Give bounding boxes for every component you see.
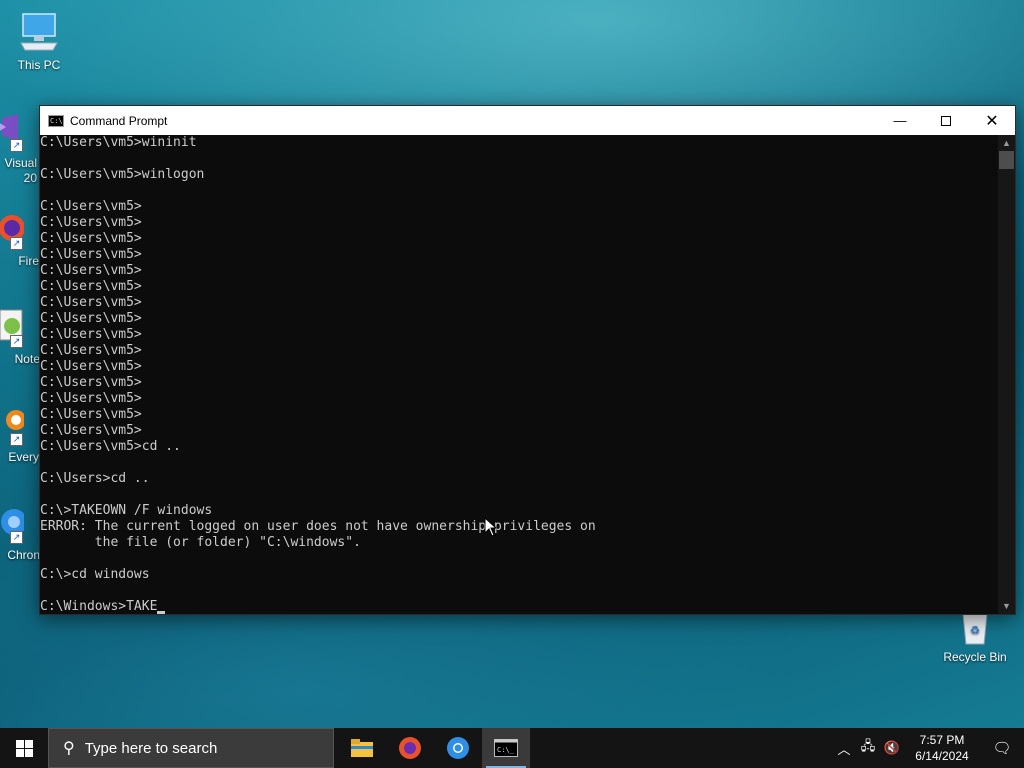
maximize-button[interactable] [923,106,969,135]
system-tray: ︿ 🖧 🔇 7:57 PM 6/14/2024 🗨 [832,728,1024,768]
console-line: C:\Users>cd .. [40,471,150,486]
console-line: C:\Users\vm5> [40,263,142,278]
console-line: C:\Users\vm5> [40,231,142,246]
console-line: C:\Users\vm5> [40,327,142,342]
desktop-icon-notepadpp[interactable]: ↗ Note [0,308,40,366]
console-line: C:\Users\vm5> [40,343,142,358]
scrollbar-thumb[interactable] [999,151,1014,169]
console-line: C:\Users\vm5>wininit [40,135,197,150]
svg-text:♻: ♻ [970,624,980,637]
console-line: C:\Users\vm5> [40,407,142,422]
shortcut-arrow-icon: ↗ [10,139,23,152]
console-line: C:\>cd windows [40,567,150,582]
visual-studio-icon: ↗ [0,112,24,152]
recycle-bin-icon: ♻ [953,612,997,646]
chrome-icon: ↗ [0,504,27,544]
console-line: C:\Users\vm5> [40,311,142,326]
command-prompt-window[interactable]: C:\ Command Prompt — ✕ C:\Users\vm5>wini… [39,105,1016,615]
console-line: C:\Users\vm5> [40,295,142,310]
shortcut-arrow-icon: ↗ [10,433,23,446]
shortcut-arrow-icon: ↗ [10,237,23,250]
start-button[interactable] [0,728,48,768]
console-line: C:\Users\vm5> [40,199,142,214]
console-line: C:\Users\vm5> [40,359,142,374]
desktop-icon-firefox[interactable]: ↗ Fire [0,212,40,268]
windows-logo-icon [15,739,33,757]
close-button[interactable]: ✕ [969,106,1015,135]
volume-muted-icon[interactable]: 🔇 [880,740,904,756]
chevron-up-icon[interactable]: ︿ [832,739,856,758]
everything-search-icon: ↗ [0,406,26,446]
text-cursor [157,611,166,614]
desktop-icon-label: Note [14,352,40,366]
desktop-icon-label: This PC [17,58,61,72]
console-input-line[interactable]: C:\Windows>TAKE [40,599,998,614]
network-icon[interactable]: 🖧 [856,737,880,759]
minimize-button[interactable]: — [877,106,923,135]
clock[interactable]: 7:57 PM 6/14/2024 [904,732,980,764]
shortcut-arrow-icon: ↗ [10,531,23,544]
svg-text:C:\_: C:\_ [497,746,515,754]
taskbar-command-prompt[interactable]: C:\_ [482,728,530,768]
console-line: C:\Users\vm5> [40,391,142,406]
cmd-app-icon: C:\_ [494,739,518,757]
firefox-icon: ↗ [0,212,25,250]
console-line: C:\Users\vm5> [40,375,142,390]
desktop-icon-recycle-bin[interactable]: ♻ Recycle Bin [937,612,1013,664]
monitor-icon [17,10,61,54]
chrome-icon [447,737,469,759]
console-input-text: C:\Windows>TAKE [40,599,158,614]
scroll-down-arrow-icon[interactable]: ▼ [998,598,1015,614]
shortcut-arrow-icon: ↗ [10,335,23,348]
taskbar: ⚲ Type here to search C:\_ ︿ 🖧 🔇 7:57 PM… [0,728,1024,768]
taskbar-search-box[interactable]: ⚲ Type here to search [48,728,334,768]
taskbar-chrome[interactable] [434,728,482,768]
desktop-icon-label: Fire [18,254,39,268]
desktop-icon-everything[interactable]: ↗ Every [0,406,40,464]
desktop-icon-label: Chron [7,548,40,562]
console-line: C:\Users\vm5> [40,247,142,262]
search-icon: ⚲ [63,740,75,757]
close-icon: ✕ [985,112,999,130]
console-line: C:\Users\vm5> [40,215,142,230]
desktop-icon-label: Visual 20 [4,156,37,185]
scroll-up-arrow-icon[interactable]: ▲ [998,135,1015,151]
clock-date: 6/14/2024 [915,749,969,763]
vertical-scrollbar[interactable]: ▲ ▼ [998,135,1015,614]
minimize-icon: — [893,113,907,128]
console-line: C:\Users\vm5>winlogon [40,167,205,182]
desktop-icon-chrome[interactable]: ↗ Chron [0,504,40,562]
desktop-icon-this-pc[interactable]: This PC [1,10,77,72]
taskbar-firefox[interactable] [386,728,434,768]
notification-icon[interactable]: 🗨 [980,739,1024,757]
console-line: C:\Users\vm5> [40,423,142,438]
maximize-icon [941,115,951,126]
window-titlebar[interactable]: C:\ Command Prompt — ✕ [40,106,1015,135]
console-line: the file (or folder) "C:\windows". [40,535,361,550]
console-line: C:\Users\vm5>cd .. [40,439,181,454]
window-title: Command Prompt [70,113,168,128]
notepad-plus-plus-icon: ↗ [0,308,24,348]
clock-time: 7:57 PM [919,733,965,747]
console-line: C:\Users\vm5> [40,279,142,294]
mouse-pointer-icon [484,516,498,542]
folder-icon [351,739,373,757]
console-output[interactable]: C:\Users\vm5>wininit C:\Users\vm5>winlogo… [40,135,998,614]
console-line: ERROR: The current logged on user does n… [40,519,596,534]
search-placeholder: Type here to search [84,739,218,757]
cmd-app-icon: C:\ [48,114,64,127]
desktop-icon-label: Every [8,450,39,464]
firefox-icon [399,737,421,759]
desktop-icon-visual-studio[interactable]: ↗ Visual 20 [0,112,40,186]
desktop-icon-label: Recycle Bin [943,650,1007,664]
console-line: C:\>TAKEOWN /F windows [40,503,213,518]
taskbar-file-explorer[interactable] [338,728,386,768]
